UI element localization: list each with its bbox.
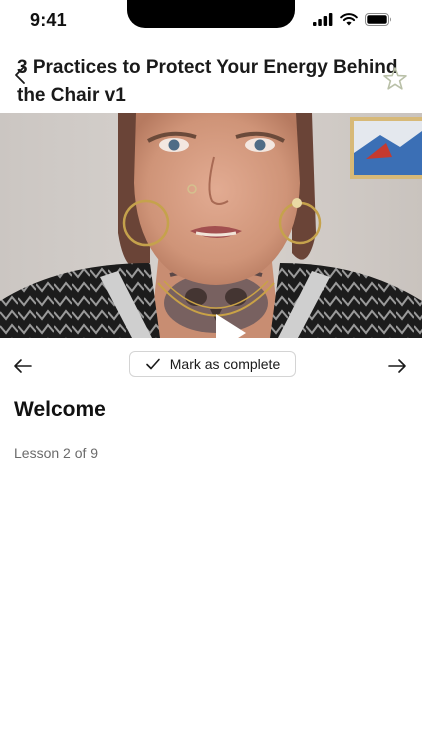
mark-complete-label: Mark as complete — [169, 356, 281, 372]
battery-icon — [365, 13, 391, 26]
back-button[interactable] — [10, 62, 30, 88]
wifi-icon — [340, 13, 358, 26]
chevron-left-icon — [15, 66, 25, 84]
favorite-button[interactable] — [382, 66, 408, 92]
status-bar: 9:41 — [0, 0, 422, 40]
check-icon — [145, 358, 160, 370]
status-time: 9:41 — [30, 10, 67, 30]
signal-icon — [313, 13, 333, 26]
video-frame — [0, 113, 422, 338]
lesson-controls: Mark as complete — [0, 339, 422, 391]
lesson-header: 3 Practices to Protect Your Energy Behin… — [0, 50, 422, 112]
play-icon — [216, 314, 246, 338]
star-outline-icon — [383, 67, 407, 90]
play-button[interactable] — [200, 308, 250, 338]
lesson-title: Welcome — [14, 398, 106, 421]
arrow-right-icon — [388, 359, 406, 373]
previous-lesson-button[interactable] — [12, 355, 34, 377]
video-player[interactable] — [0, 113, 422, 338]
mark-complete-button[interactable]: Mark as complete — [129, 351, 296, 377]
course-title: 3 Practices to Protect Your Energy Behin… — [17, 57, 398, 106]
arrow-left-icon — [14, 359, 32, 373]
status-icons — [313, 13, 392, 26]
lesson-progress: Lesson 2 of 9 — [14, 445, 99, 461]
next-lesson-button[interactable] — [386, 355, 408, 377]
device-notch — [127, 0, 295, 28]
